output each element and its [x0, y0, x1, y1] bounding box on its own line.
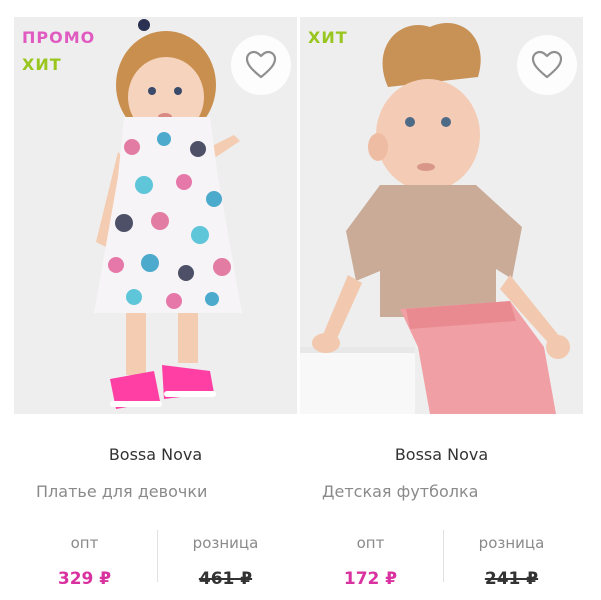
- retail-price-column: розница 241 ₽: [441, 530, 582, 592]
- promo-badge: ПРОМО: [22, 28, 96, 47]
- wholesale-price: 329 ₽: [57, 569, 112, 589]
- price-block: опт 172 ₽ розница 241 ₽: [300, 530, 583, 600]
- hit-badge: ХИТ: [308, 28, 348, 47]
- badge-list: ПРОМО ХИТ: [22, 25, 95, 77]
- price-block: опт 329 ₽ розница 461 ₽: [14, 530, 297, 600]
- heart-outline-icon: [245, 50, 277, 79]
- retail-price-label: розница: [478, 534, 545, 552]
- retail-price: 461 ₽: [198, 569, 253, 589]
- product-photo[interactable]: ХИТ: [300, 17, 583, 414]
- favorite-button[interactable]: [517, 35, 577, 95]
- retail-price-column: розница 461 ₽: [155, 530, 296, 592]
- product-card[interactable]: ПРОМО ХИТ Bossa Nova Платье для девочки …: [14, 17, 297, 600]
- retail-price: 241 ₽: [484, 569, 539, 589]
- heart-outline-icon: [531, 50, 563, 79]
- wholesale-price-column: опт 172 ₽: [300, 530, 441, 592]
- wholesale-price-column: опт 329 ₽: [14, 530, 155, 592]
- wholesale-price: 172 ₽: [343, 569, 398, 589]
- product-brand[interactable]: Bossa Nova: [14, 445, 297, 464]
- retail-price-label: розница: [192, 534, 259, 552]
- product-grid: ПРОМО ХИТ Bossa Nova Платье для девочки …: [0, 0, 601, 600]
- product-card[interactable]: ХИТ Bossa Nova Детская футболка опт 172 …: [300, 17, 583, 600]
- product-name[interactable]: Платье для девочки: [36, 482, 207, 501]
- favorite-button[interactable]: [231, 35, 291, 95]
- product-name[interactable]: Детская футболка: [322, 482, 478, 501]
- badge-list: ХИТ: [308, 25, 348, 50]
- hit-badge: ХИТ: [22, 55, 62, 74]
- wholesale-price-label: опт: [356, 534, 385, 552]
- product-photo[interactable]: ПРОМО ХИТ: [14, 17, 297, 414]
- wholesale-price-label: опт: [70, 534, 99, 552]
- product-brand[interactable]: Bossa Nova: [300, 445, 583, 464]
